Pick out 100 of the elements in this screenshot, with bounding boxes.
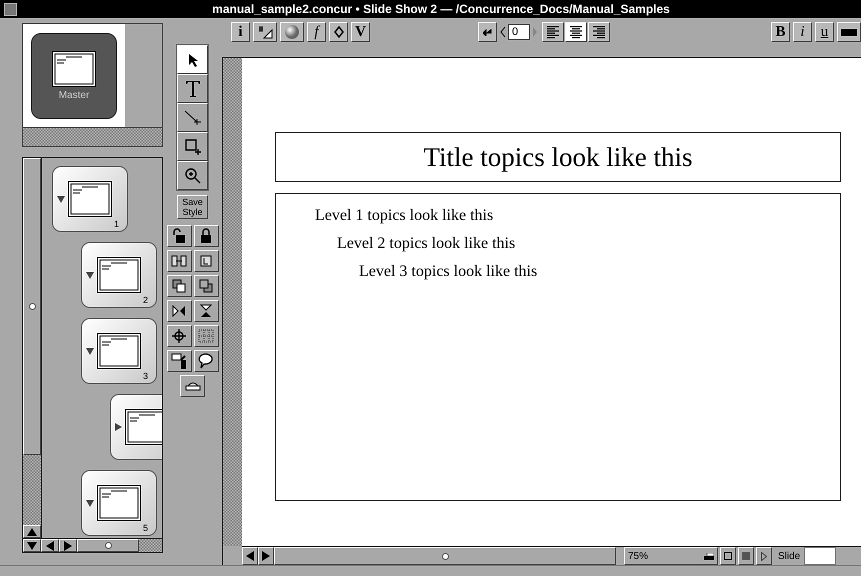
return-icon xyxy=(483,28,492,36)
tool-button[interactable] xyxy=(194,225,218,247)
expanded-triangle-icon xyxy=(57,196,65,202)
tool-button[interactable] xyxy=(194,325,218,347)
scroll-left-button[interactable] xyxy=(242,547,258,565)
lock-icon xyxy=(200,228,212,244)
right-arrow-icon xyxy=(64,540,72,550)
toolbar-button[interactable] xyxy=(478,22,497,42)
slide-number: 5 xyxy=(142,523,148,533)
toolbar-button[interactable]: f xyxy=(307,22,326,42)
zoom-icon xyxy=(184,168,200,184)
slide-card[interactable]: 2 xyxy=(81,242,157,308)
tool-button[interactable] xyxy=(194,350,218,372)
stamp-icon xyxy=(184,380,200,392)
line-tool-icon xyxy=(184,110,202,126)
pause-icon xyxy=(742,552,750,560)
window-title: manual_sample2.concur • Slide Show 2 — /Concurrence_Docs/Manual_Samples xyxy=(211,2,671,16)
slide-card[interactable]: 3 xyxy=(81,318,157,384)
pause-button[interactable] xyxy=(738,547,754,565)
presenter-icon xyxy=(171,353,187,369)
toolbar-button[interactable]: i xyxy=(231,22,250,42)
save-style-button[interactable]: Save Style xyxy=(177,195,208,219)
scroll-down-button[interactable] xyxy=(23,539,41,552)
play-icon xyxy=(761,552,767,560)
align-center-icon xyxy=(569,25,583,39)
topic-text: Level 3 topics look like this xyxy=(359,262,538,282)
tool-button[interactable] xyxy=(166,350,192,372)
tool-button[interactable] xyxy=(177,132,208,161)
zoom-control[interactable]: 75% xyxy=(624,547,718,565)
play-button[interactable] xyxy=(756,547,772,565)
tool-button[interactable] xyxy=(166,250,192,272)
scroll-up-button[interactable] xyxy=(23,525,41,538)
tool-button[interactable] xyxy=(177,45,208,74)
numbering-icon xyxy=(257,25,273,39)
color-swatch-icon xyxy=(841,28,857,36)
scroll-right-button[interactable] xyxy=(59,539,77,552)
zoom-menu-icon xyxy=(704,552,714,560)
left-arrow-icon xyxy=(246,551,254,561)
tool-button[interactable] xyxy=(177,161,208,190)
toolbar-button[interactable] xyxy=(329,22,348,42)
tool-button[interactable] xyxy=(166,275,192,297)
text-style-button[interactable]: u xyxy=(815,22,834,42)
flip-vertical-icon xyxy=(200,304,212,318)
tool-button[interactable] xyxy=(177,103,208,132)
slide-number: 3 xyxy=(142,371,148,381)
align-button[interactable] xyxy=(542,22,564,42)
slide-card[interactable]: 5 xyxy=(81,470,157,536)
slide-thumbnail-icon xyxy=(52,50,96,86)
text-style-button[interactable]: i xyxy=(793,22,812,42)
color-button[interactable] xyxy=(837,22,861,42)
tool-button[interactable] xyxy=(194,275,218,297)
sphere-icon xyxy=(284,24,300,40)
scroll-right-button[interactable] xyxy=(258,547,274,565)
tool-button[interactable] xyxy=(180,375,205,397)
expanded-triangle-icon xyxy=(86,272,94,278)
align-button[interactable] xyxy=(588,22,610,42)
slide-card[interactable]: 1 xyxy=(52,166,128,232)
indent-field[interactable]: 0 xyxy=(508,24,530,40)
window-menu-button[interactable] xyxy=(4,2,17,16)
tool-button[interactable] xyxy=(194,300,218,322)
slide-number-field[interactable] xyxy=(804,547,836,565)
toolbar-button[interactable]: V xyxy=(351,22,370,42)
tool-button[interactable] xyxy=(166,300,192,322)
decrease-indent-icon xyxy=(500,26,506,38)
scroll-left-button[interactable] xyxy=(41,539,59,552)
toolbar-button[interactable] xyxy=(253,22,277,42)
stop-icon xyxy=(724,552,732,560)
bring-front-icon xyxy=(172,279,186,293)
expanded-triangle-icon xyxy=(86,348,94,354)
topic-text: Level 1 topics look like this xyxy=(315,206,494,226)
slide-thumbnail-icon xyxy=(97,485,141,521)
speech-balloon-icon xyxy=(198,353,214,369)
expanded-triangle-icon xyxy=(86,500,94,506)
text-tool-icon xyxy=(184,80,200,98)
slide-number: 2 xyxy=(142,295,148,305)
splitter-bar[interactable] xyxy=(22,128,163,147)
right-arrow-icon xyxy=(262,551,270,561)
slide-thumbnail-icon xyxy=(68,181,112,217)
master-slide[interactable]: Master xyxy=(31,32,117,118)
tool-button[interactable] xyxy=(177,74,208,103)
send-back-icon xyxy=(199,279,213,293)
slide-title: Title topics look like this xyxy=(423,142,693,172)
down-arrow-icon xyxy=(27,542,37,550)
flip-horizontal-icon xyxy=(172,305,186,317)
tool-button[interactable] xyxy=(194,250,218,272)
collapsed-triangle-icon xyxy=(115,423,122,431)
slide-thumbnail-icon xyxy=(97,333,141,369)
left-arrow-icon xyxy=(46,540,54,550)
toolbar-button[interactable] xyxy=(280,22,304,42)
unlock-icon xyxy=(172,228,186,244)
stop-button[interactable] xyxy=(720,547,736,565)
text-style-button[interactable]: B xyxy=(771,22,790,42)
up-arrow-icon xyxy=(27,528,37,536)
align-button[interactable] xyxy=(565,22,587,42)
topic-text: Level 2 topics look like this xyxy=(337,234,516,254)
tool-button[interactable] xyxy=(166,325,192,347)
unlink-icon xyxy=(200,255,212,267)
tool-button[interactable] xyxy=(166,225,192,247)
align-left-icon xyxy=(546,25,560,39)
slide-thumbnail-icon xyxy=(125,409,162,445)
